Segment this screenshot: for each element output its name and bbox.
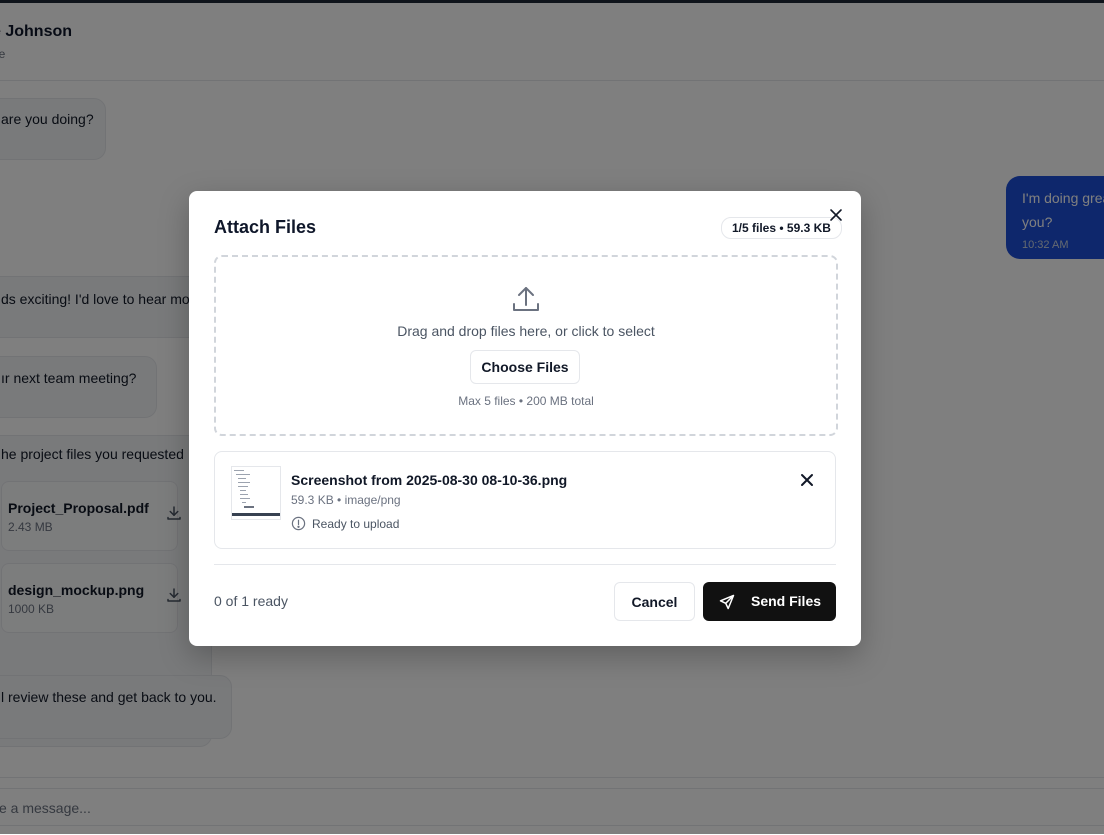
attach-files-dialog: Attach Files 1/5 files • 59.3 KB Drag an…: [189, 191, 861, 646]
upload-icon: [513, 287, 539, 311]
selected-file-item: Screenshot from 2025-08-30 08-10-36.png …: [214, 451, 836, 549]
send-icon: [719, 594, 735, 610]
file-thumbnail: [231, 466, 281, 520]
file-dropzone[interactable]: Drag and drop files here, or click to se…: [214, 255, 838, 436]
dialog-title: Attach Files: [214, 217, 317, 237]
file-count-badge: 1/5 files • 59.3 KB: [721, 217, 842, 239]
dropzone-instruction: Drag and drop files here, or click to se…: [397, 323, 655, 339]
send-files-label: Send Files: [751, 593, 822, 609]
file-meta: 59.3 KB • image/png: [291, 493, 401, 507]
file-name: Screenshot from 2025-08-30 08-10-36.png: [291, 472, 568, 488]
send-files-button[interactable]: Send Files: [703, 582, 836, 621]
ready-count-text: 0 of 1 ready: [214, 593, 288, 609]
remove-file-icon[interactable]: [800, 473, 814, 487]
cancel-button[interactable]: Cancel: [614, 582, 695, 621]
choose-files-button[interactable]: Choose Files: [470, 350, 580, 384]
file-status: Ready to upload: [291, 516, 399, 531]
close-icon[interactable]: [828, 207, 844, 223]
file-status-text: Ready to upload: [312, 517, 400, 531]
footer-divider: [214, 564, 836, 565]
upload-limit-text: Max 5 files • 200 MB total: [458, 394, 594, 408]
info-icon: [291, 516, 306, 531]
